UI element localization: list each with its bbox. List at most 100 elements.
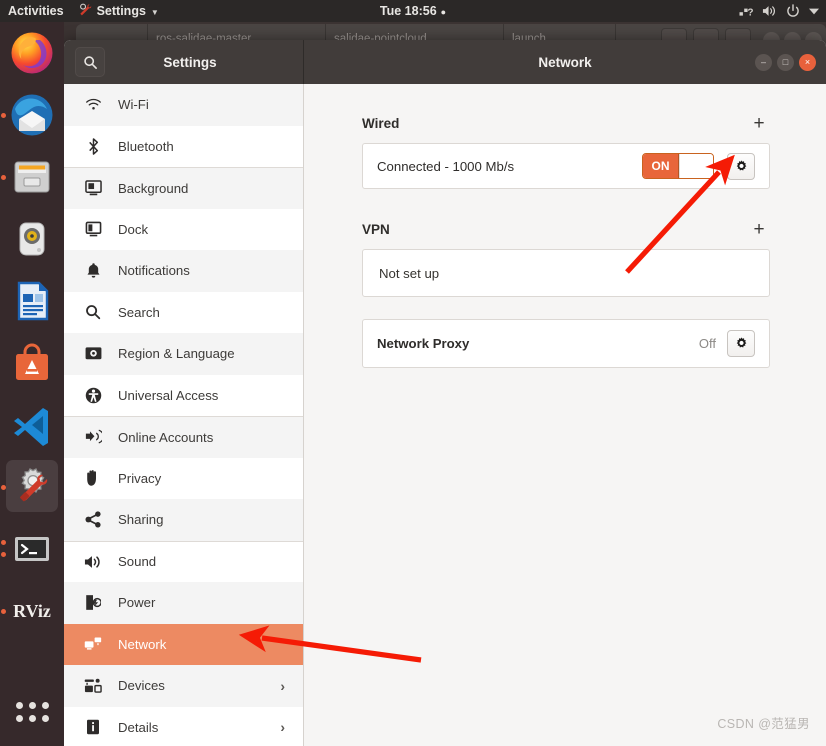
dropdown-caret-icon[interactable] [809, 8, 819, 15]
online-accounts-icon [82, 429, 104, 445]
running-indicator [1, 609, 6, 614]
region-language-icon [82, 346, 104, 361]
dock-item-rviz[interactable]: RViz [0, 580, 64, 642]
wired-title: Wired [362, 115, 400, 131]
svg-text:RViz: RViz [13, 601, 51, 621]
notification-dot-icon: ● [440, 6, 447, 17]
toggle-knob [679, 154, 713, 178]
plus-icon[interactable]: + [748, 112, 770, 134]
running-indicator [1, 113, 6, 118]
dock-item-firefox[interactable] [0, 22, 64, 84]
dock-item-rhythmbox[interactable] [0, 208, 64, 270]
headerbar-left: Settings [64, 40, 304, 84]
vpn-status-label: Not set up [379, 265, 440, 281]
sidebar-item-label: Search [118, 304, 160, 320]
sidebar-item-region-language[interactable]: Region & Language [64, 333, 303, 375]
running-indicator [1, 175, 6, 180]
sidebar-item-devices[interactable]: Devices › [64, 665, 303, 707]
sidebar-item-label: Background [118, 180, 189, 196]
wired-connection-row[interactable]: Connected - 1000 Mb/s ON [363, 144, 769, 188]
ubuntu-software-icon [10, 341, 54, 385]
sidebar-item-label: Online Accounts [118, 429, 214, 445]
wired-card: Connected - 1000 Mb/s ON [362, 143, 770, 189]
dock-item-thunderbird[interactable] [0, 84, 64, 146]
watermark: CSDN @范猛男 [717, 717, 810, 731]
sidebar-item-label: Network [118, 636, 167, 652]
dock-item-files[interactable] [0, 146, 64, 208]
sidebar-item-label: Bluetooth [118, 138, 174, 154]
sidebar-item-bluetooth[interactable]: Bluetooth [64, 125, 303, 167]
gnome-topbar: Activities Settings ▼ Tue 18:56 ● ? [0, 0, 826, 22]
maximize-button[interactable]: □ [777, 53, 794, 71]
network-proxy-row[interactable]: Network Proxy Off [363, 320, 769, 367]
sidebar-item-label: Wi-Fi [118, 97, 149, 113]
dock-item-terminal[interactable] [0, 518, 64, 580]
search-icon[interactable] [75, 47, 105, 77]
system-indicators[interactable]: ? [739, 0, 819, 22]
sidebar-item-label: Details [118, 719, 159, 735]
gear-icon[interactable] [727, 152, 755, 180]
sidebar-item-online-accounts[interactable]: Online Accounts [64, 416, 303, 458]
gear-icon[interactable] [727, 330, 755, 357]
search-icon [82, 304, 104, 320]
accessibility-icon[interactable]: ? [739, 4, 753, 18]
settings-sidebar[interactable]: Wi-Fi Bluetooth Background Dock Notifica… [64, 84, 304, 746]
plus-icon[interactable]: + [748, 218, 770, 240]
power-icon[interactable] [786, 4, 800, 18]
wired-status-label: Connected - 1000 Mb/s [377, 158, 515, 174]
sidebar-item-label: Power [118, 595, 156, 611]
app-menu-button[interactable]: Settings ▼ [73, 3, 165, 19]
running-indicator [1, 552, 6, 557]
files-cabinet-icon [10, 155, 54, 199]
sidebar-item-power[interactable]: Power [64, 582, 303, 624]
settings-tools-icon [10, 465, 54, 509]
details-info-icon [82, 719, 104, 735]
dock-item-settings[interactable] [0, 456, 64, 518]
settings-title: Settings [163, 54, 217, 70]
dock-item-ubuntu-software[interactable] [0, 332, 64, 394]
sidebar-item-notifications[interactable]: Notifications [64, 250, 303, 292]
close-button[interactable]: × [799, 53, 816, 71]
sidebar-item-search[interactable]: Search [64, 291, 303, 333]
dock-icon [82, 221, 104, 237]
thunderbird-icon [10, 93, 54, 137]
sidebar-item-network[interactable]: Network [64, 623, 303, 665]
dock-item-vscode[interactable] [0, 394, 64, 456]
network-panel: Wired + Connected - 1000 Mb/s ON VPN + N… [304, 84, 826, 746]
grid-dots-icon [15, 702, 49, 722]
volume-icon[interactable] [762, 4, 777, 18]
firefox-icon [10, 31, 54, 75]
sidebar-item-label: Devices [118, 678, 165, 694]
bell-icon [82, 262, 104, 279]
network-proxy-label: Network Proxy [377, 336, 470, 351]
vpn-title: VPN [362, 221, 390, 237]
sidebar-item-wi-fi[interactable]: Wi-Fi [64, 84, 303, 126]
sidebar-item-universal-access[interactable]: Universal Access [64, 374, 303, 416]
headerbar-right: Network – □ × [304, 40, 826, 84]
svg-text:?: ? [747, 7, 753, 18]
power-battery-icon [82, 594, 104, 611]
vpn-section-header: VPN + [362, 218, 770, 240]
minimize-button[interactable]: – [755, 53, 772, 71]
sidebar-item-background[interactable]: Background [64, 167, 303, 209]
toggle-on-label: ON [643, 154, 679, 178]
sidebar-item-sharing[interactable]: Sharing [64, 499, 303, 541]
sidebar-item-label: Sharing [118, 512, 164, 528]
app-menu-label: Settings [96, 4, 146, 18]
ubuntu-dock[interactable]: RViz [0, 22, 64, 746]
activities-button[interactable]: Activities [0, 4, 73, 18]
dock-item-libreoffice-writer[interactable] [0, 270, 64, 332]
bluetooth-icon [82, 137, 104, 155]
sidebar-item-label: Region & Language [118, 346, 235, 362]
sidebar-item-privacy[interactable]: Privacy [64, 457, 303, 499]
wired-toggle[interactable]: ON [642, 153, 714, 179]
sound-icon [82, 554, 104, 570]
sidebar-item-dock[interactable]: Dock [64, 208, 303, 250]
vpn-card[interactable]: Not set up [362, 249, 770, 297]
sidebar-item-sound[interactable]: Sound [64, 540, 303, 582]
libreoffice-writer-icon [10, 279, 54, 323]
sharing-icon [82, 511, 104, 528]
sidebar-item-details[interactable]: Details › [64, 706, 303, 746]
show-applications-button[interactable] [0, 684, 64, 740]
wifi-icon [82, 97, 104, 112]
